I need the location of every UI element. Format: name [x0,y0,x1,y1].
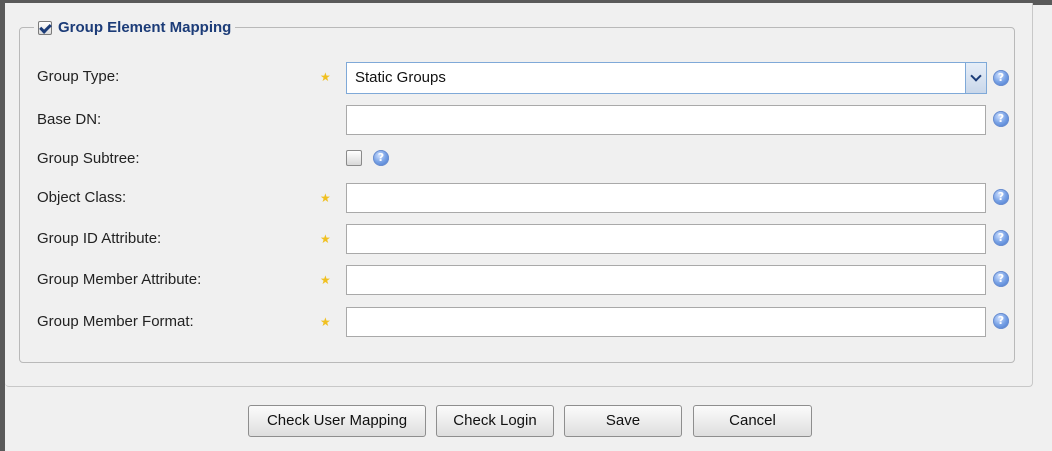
group-subtree-checkbox[interactable] [346,150,362,166]
row-group-id-attribute: Group ID Attribute: ★ ? [0,224,1052,254]
check-login-button[interactable]: Check Login [436,405,554,437]
help-icon[interactable]: ? [993,313,1009,329]
help-icon[interactable]: ? [993,70,1009,86]
section-legend: Group Element Mapping [34,19,235,36]
object-class-label: Object Class: [37,189,127,206]
group-type-selected-value: Static Groups [355,69,446,86]
star-icon: ★ [320,70,331,84]
section-title: Group Element Mapping [58,19,232,36]
star-icon: ★ [320,315,331,329]
group-member-attribute-label: Group Member Attribute: [37,271,202,288]
group-type-label: Group Type: [37,68,120,85]
group-id-attribute-input[interactable] [346,224,986,254]
row-group-member-attribute: Group Member Attribute: ★ ? [0,265,1052,295]
help-icon[interactable]: ? [993,230,1009,246]
group-member-format-input[interactable] [346,307,986,337]
base-dn-label: Base DN: [37,111,102,128]
group-subtree-label: Group Subtree: [37,150,140,167]
check-user-mapping-button[interactable]: Check User Mapping [248,405,426,437]
group-member-attribute-input[interactable] [346,265,986,295]
row-base-dn: Base DN: ? [0,105,1052,135]
star-icon: ★ [320,273,331,287]
row-group-member-format: Group Member Format: ★ ? [0,307,1052,337]
row-group-subtree: Group Subtree: ? [0,144,1052,174]
help-icon[interactable]: ? [993,111,1009,127]
star-icon: ★ [320,191,331,205]
group-id-attribute-label: Group ID Attribute: [37,230,162,247]
cancel-button[interactable]: Cancel [693,405,812,437]
group-member-format-label: Group Member Format: [37,313,194,330]
section-enable-checkbox[interactable] [38,20,52,35]
group-type-select[interactable]: Static Groups [346,62,987,94]
help-icon[interactable]: ? [373,150,389,166]
row-object-class: Object Class: ★ ? [0,183,1052,213]
help-icon[interactable]: ? [993,271,1009,287]
object-class-input[interactable] [346,183,986,213]
base-dn-input[interactable] [346,105,986,135]
row-group-type: Group Type: ★ Static Groups ? [0,62,1052,94]
save-button[interactable]: Save [564,405,682,437]
help-icon[interactable]: ? [993,189,1009,205]
chevron-down-icon[interactable] [965,63,986,93]
star-icon: ★ [320,232,331,246]
